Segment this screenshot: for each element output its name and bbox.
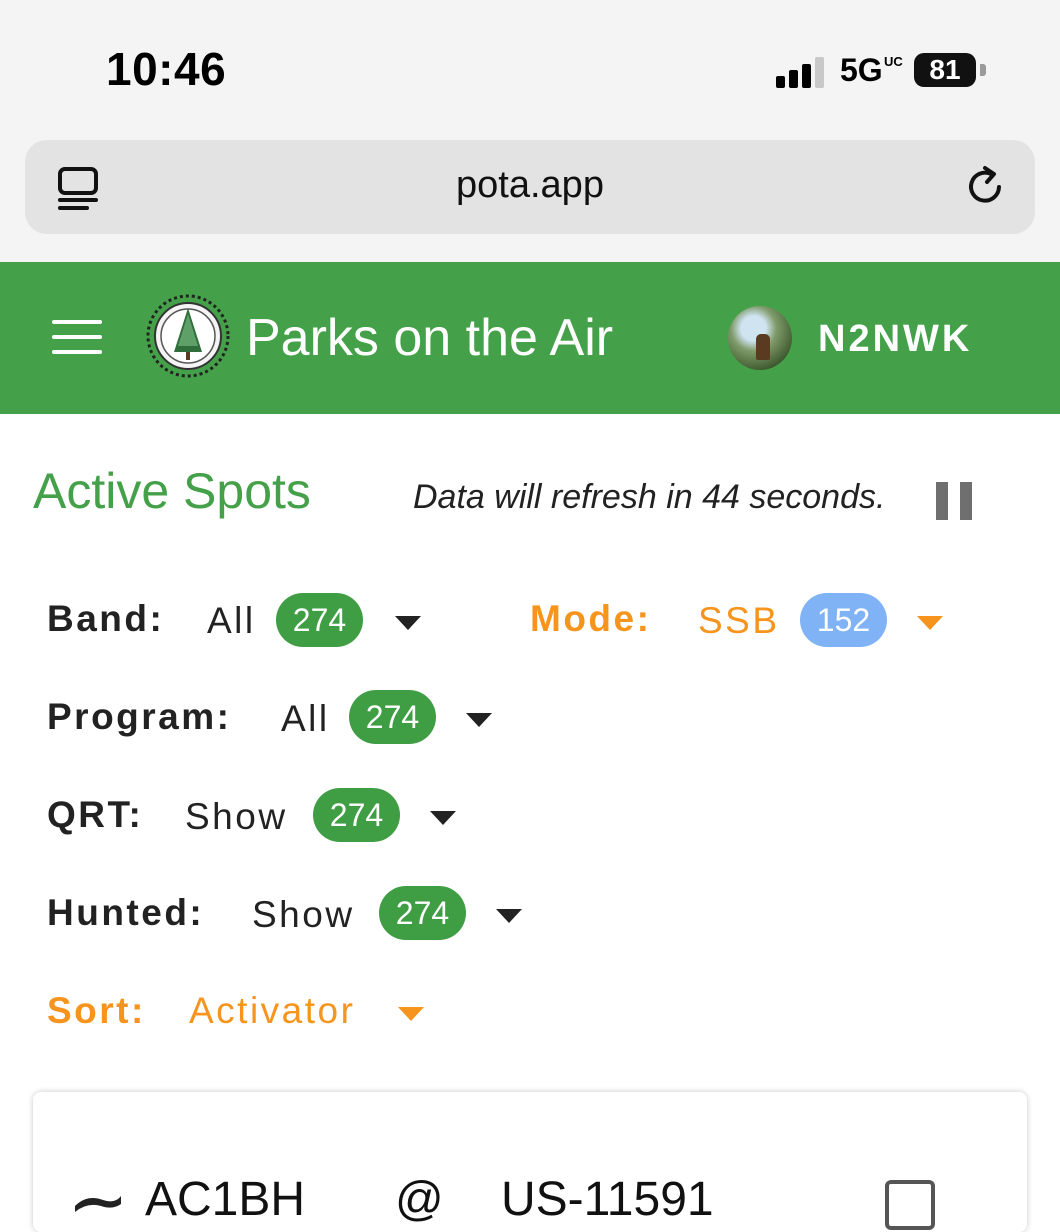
sort-label: Sort: — [47, 990, 146, 1031]
username[interactable]: N2NWK — [818, 318, 972, 361]
band-count-badge: 274 — [276, 593, 363, 647]
site-header: Parks on the Air N2NWK — [0, 262, 1060, 414]
avatar[interactable] — [728, 306, 792, 370]
address-bar[interactable]: pota.app — [25, 140, 1035, 234]
qrt-value[interactable]: Show — [185, 796, 288, 838]
refresh-countdown: Data will refresh in 44 seconds. — [413, 478, 886, 516]
battery-icon: 81 — [914, 53, 976, 87]
battery-tip — [980, 64, 986, 76]
chevron-down-icon[interactable] — [466, 713, 492, 727]
site-title[interactable]: Parks on the Air — [246, 308, 613, 368]
chevron-down-icon[interactable] — [917, 616, 943, 630]
cellular-signal-icon — [776, 56, 828, 88]
status-bar: 10:46 5G UC 81 — [0, 0, 1060, 130]
chevron-down-icon[interactable] — [430, 811, 456, 825]
page-title: Active Spots — [33, 463, 311, 519]
chevron-down-icon[interactable] — [395, 616, 421, 630]
hunted-value[interactable]: Show — [252, 894, 355, 936]
checkbox[interactable] — [885, 1180, 935, 1230]
network-type: 5G — [840, 52, 883, 88]
program-label: Program: — [47, 696, 232, 737]
mode-label: Mode: — [530, 598, 652, 639]
flag-icon — [75, 1196, 121, 1212]
reload-icon[interactable] — [963, 165, 1007, 209]
chevron-down-icon[interactable] — [496, 909, 522, 923]
hamburger-menu-icon[interactable] — [52, 320, 102, 354]
program-count-badge: 274 — [349, 690, 436, 744]
mode-count-badge: 152 — [800, 593, 887, 647]
hunted-label: Hunted: — [47, 892, 205, 933]
browser-toolbar: pota.app — [0, 130, 1060, 262]
status-time: 10:46 — [106, 43, 227, 95]
qrt-count-badge: 274 — [313, 788, 400, 842]
network-suffix: UC — [884, 54, 903, 69]
sort-value[interactable]: Activator — [189, 990, 355, 1032]
program-value[interactable]: All — [281, 698, 330, 740]
qrt-label: QRT: — [47, 794, 144, 835]
pause-icon[interactable] — [936, 482, 972, 520]
hunted-count-badge: 274 — [379, 886, 466, 940]
spot-card[interactable]: AC1BH @ US-11591 — [33, 1092, 1027, 1232]
url-text[interactable]: pota.app — [25, 164, 1035, 207]
mode-value[interactable]: SSB — [698, 600, 780, 642]
pota-logo[interactable] — [144, 292, 232, 380]
chevron-down-icon[interactable] — [398, 1007, 424, 1021]
band-label: Band: — [47, 598, 165, 639]
band-value[interactable]: All — [207, 600, 256, 642]
